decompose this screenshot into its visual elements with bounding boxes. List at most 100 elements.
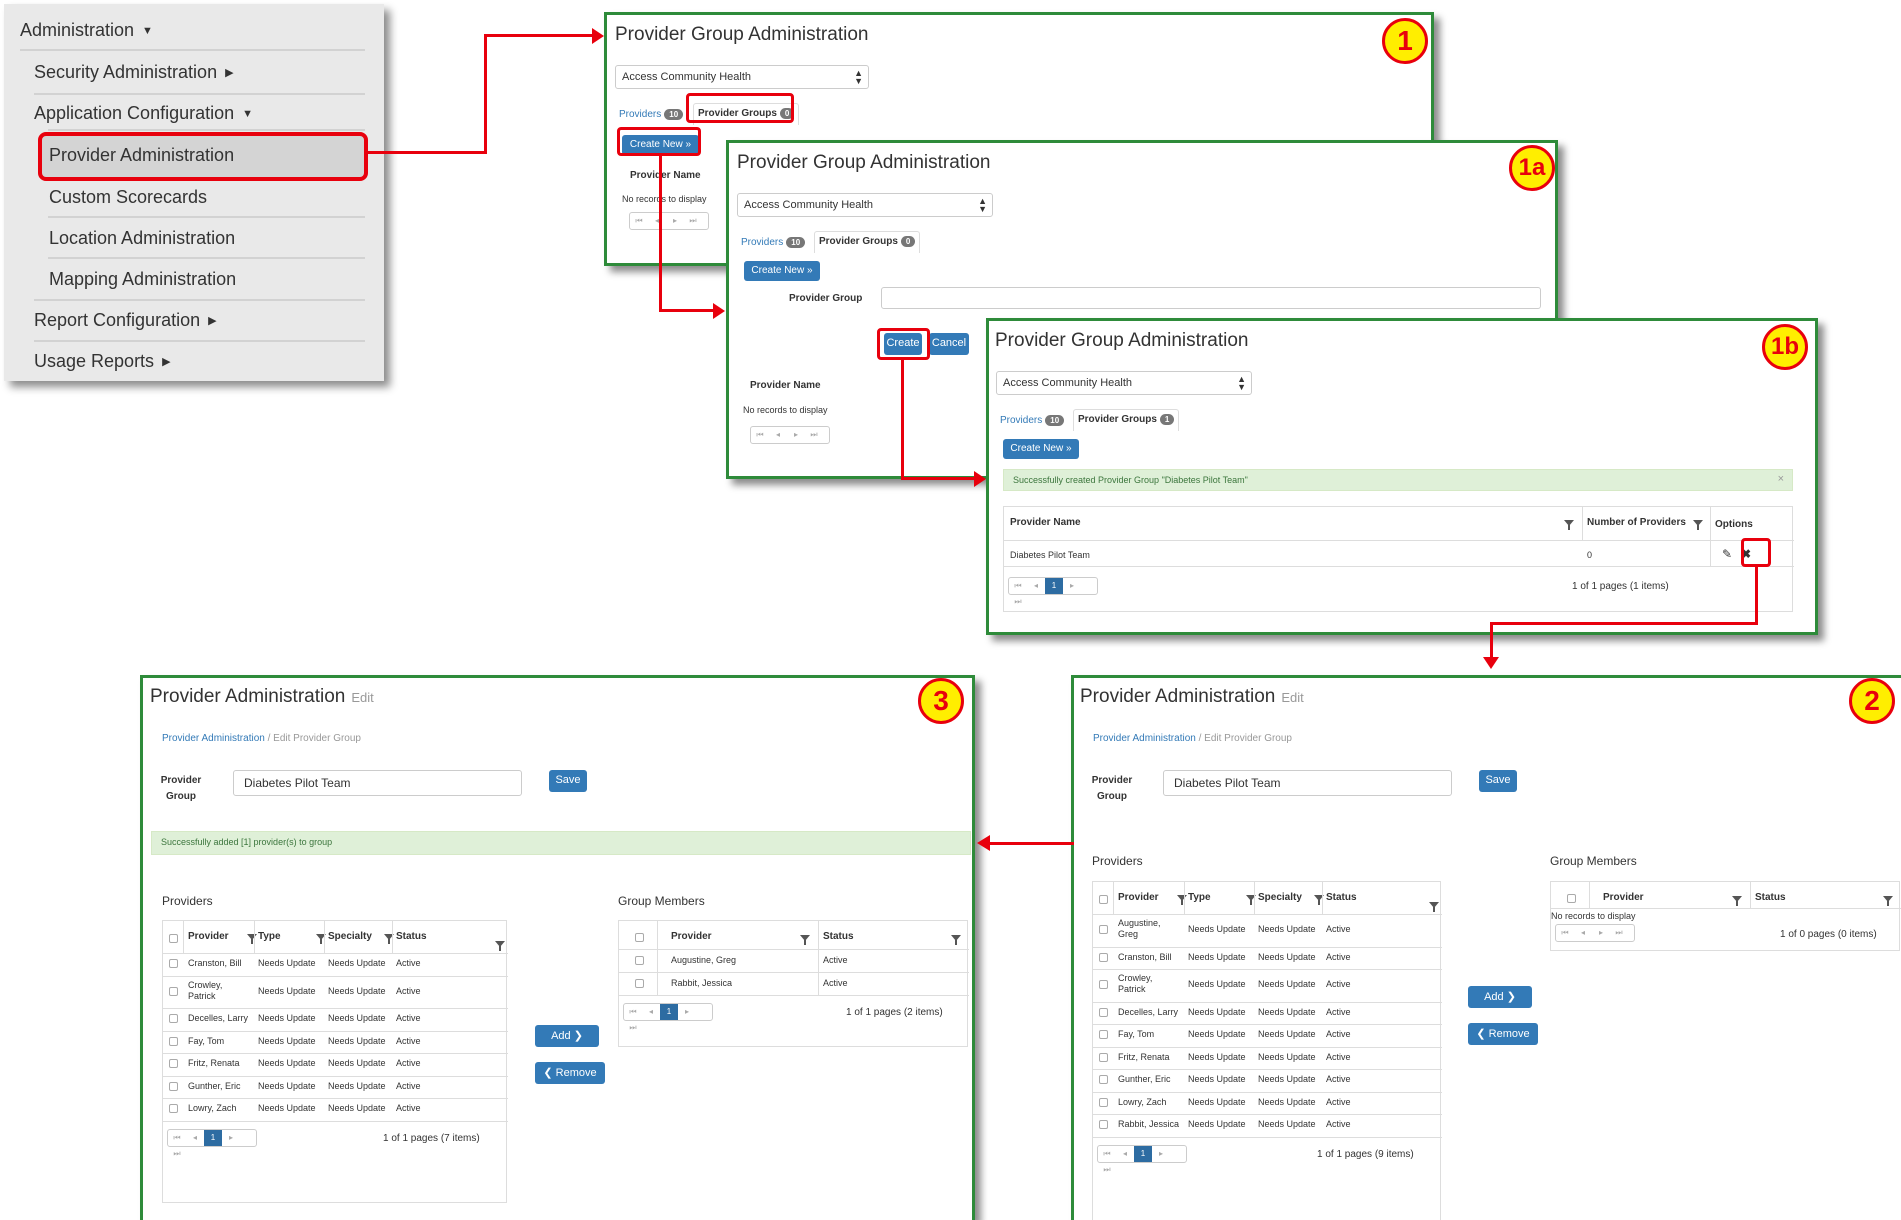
- filter-icon[interactable]: [495, 941, 505, 951]
- column-options: Options: [1715, 519, 1753, 530]
- divider: [163, 1030, 508, 1032]
- pager[interactable]: ⏮ ◂ ▸ ⏭: [750, 426, 830, 444]
- divider: [163, 953, 508, 954]
- provider-group-label: Provider Group: [789, 293, 863, 304]
- provider-name: Decelles, Larry: [188, 1013, 249, 1024]
- pager[interactable]: ⏮ ◂ 1 ▸⏭: [623, 1003, 713, 1032]
- callout-provider-groups-tab: [686, 93, 794, 123]
- cancel-button[interactable]: Cancel: [929, 333, 969, 355]
- row-checkbox[interactable]: [635, 956, 644, 965]
- menu-application-configuration[interactable]: Application Configuration ▼: [34, 103, 253, 124]
- filter-icon[interactable]: [247, 934, 257, 944]
- menu-usage-reports[interactable]: Usage Reports ▶: [34, 351, 171, 372]
- connector-line: [659, 309, 715, 312]
- select-all-checkbox[interactable]: [1567, 894, 1576, 903]
- member-status: Active: [823, 978, 848, 988]
- menu-mapping-administration[interactable]: Mapping Administration: [49, 269, 236, 290]
- select-all-checkbox[interactable]: [169, 934, 178, 943]
- divider: [324, 921, 325, 953]
- filter-icon[interactable]: [800, 935, 810, 945]
- add-button[interactable]: Add ❯: [1468, 986, 1532, 1008]
- row-checkbox[interactable]: [169, 1036, 178, 1046]
- filter-icon[interactable]: [1429, 902, 1439, 912]
- tab-providers[interactable]: Providers 10: [737, 233, 809, 255]
- row-checkbox[interactable]: [169, 1104, 178, 1114]
- row-checkbox[interactable]: [169, 1014, 178, 1024]
- provider-type: Needs Update: [1188, 924, 1246, 935]
- provider-specialty: Needs Update: [1258, 924, 1316, 935]
- menu-custom-scorecards[interactable]: Custom Scorecards: [49, 187, 207, 208]
- menu-security-administration[interactable]: Security Administration ▶: [34, 62, 234, 83]
- pager[interactable]: ⏮ ◂ 1 ▸⏭: [1008, 577, 1098, 606]
- select-all-checkbox[interactable]: [1099, 895, 1108, 904]
- filter-icon[interactable]: [1883, 896, 1893, 906]
- row-checkbox[interactable]: [1099, 1052, 1108, 1062]
- organization-select[interactable]: Access Community Health ▲ ▼: [615, 65, 869, 89]
- select-all-checkbox[interactable]: [635, 933, 644, 942]
- remove-button[interactable]: ❮ Remove: [1468, 1023, 1538, 1045]
- pager[interactable]: ⏮ ◂ ▸ ⏭: [629, 212, 709, 230]
- edit-pencil-icon[interactable]: ✎: [1722, 547, 1732, 561]
- row-checkbox[interactable]: [1099, 1120, 1108, 1130]
- row-checkbox[interactable]: [1099, 952, 1108, 962]
- column-number-of-providers: Number of Providers: [1587, 517, 1686, 528]
- callout-edit-icon: [1741, 538, 1771, 567]
- organization-select[interactable]: Access Community Health ▲ ▼: [996, 371, 1252, 395]
- divider: [1113, 882, 1114, 914]
- arrow-head-icon: [1483, 657, 1499, 669]
- close-icon[interactable]: ×: [1778, 473, 1784, 485]
- provider-group-input[interactable]: Diabetes Pilot Team: [1163, 770, 1452, 796]
- filter-icon[interactable]: [1177, 895, 1187, 905]
- remove-button[interactable]: ❮ Remove: [535, 1062, 605, 1084]
- create-new-button[interactable]: Create New »: [1003, 439, 1079, 459]
- row-checkbox[interactable]: [635, 979, 644, 988]
- tab-providers[interactable]: Providers 10: [996, 411, 1068, 433]
- filter-icon[interactable]: [1564, 520, 1574, 530]
- provider-name: Gunther, Eric: [1118, 1074, 1171, 1085]
- column-provider-name: Provider Name: [750, 380, 821, 391]
- row-checkbox[interactable]: [1099, 1007, 1108, 1017]
- provider-status: Active: [396, 1103, 421, 1114]
- row-checkbox[interactable]: [169, 986, 178, 996]
- divider: [1589, 882, 1590, 908]
- row-checkbox[interactable]: [1099, 1097, 1108, 1107]
- pager[interactable]: ⏮ ◂ 1 ▸⏭: [1097, 1144, 1187, 1174]
- column-status: Status: [396, 931, 427, 942]
- tab-provider-groups[interactable]: Provider Groups 0: [814, 231, 921, 253]
- filter-icon[interactable]: [951, 935, 961, 945]
- row-checkbox[interactable]: [169, 1081, 178, 1091]
- provider-type: Needs Update: [1188, 1119, 1246, 1130]
- save-button[interactable]: Save: [1479, 770, 1517, 792]
- add-button[interactable]: Add ❯: [535, 1025, 599, 1047]
- tab-providers[interactable]: Providers 10: [615, 105, 687, 127]
- filter-icon[interactable]: [1732, 896, 1742, 906]
- menu-location-administration[interactable]: Location Administration: [49, 228, 235, 249]
- providers-section-title: Providers: [1092, 854, 1143, 868]
- provider-status: Active: [396, 1013, 421, 1024]
- provider-name: Lowry, Zach: [188, 1103, 237, 1114]
- menu-provider-administration[interactable]: Provider Administration: [49, 145, 234, 166]
- row-checkbox[interactable]: [1099, 925, 1108, 935]
- menu-administration[interactable]: Administration ▼: [20, 20, 153, 41]
- divider: [1093, 1001, 1442, 1003]
- provider-type: Needs Update: [258, 1058, 316, 1069]
- pager[interactable]: ⏮ ◂ ▸ ⏭: [1555, 924, 1635, 942]
- row-checkbox[interactable]: [1099, 1075, 1108, 1085]
- tab-provider-groups[interactable]: Provider Groups 1: [1073, 409, 1180, 431]
- filter-icon[interactable]: [1693, 520, 1703, 530]
- breadcrumb-link[interactable]: Provider Administration: [162, 733, 265, 744]
- provider-specialty: Needs Update: [328, 1058, 386, 1069]
- save-button[interactable]: Save: [549, 770, 587, 792]
- row-checkbox[interactable]: [169, 1059, 178, 1069]
- provider-group-input[interactable]: [881, 287, 1541, 309]
- breadcrumb-link[interactable]: Provider Administration: [1093, 733, 1196, 744]
- row-checkbox[interactable]: [1099, 1030, 1108, 1040]
- row-checkbox[interactable]: [169, 959, 178, 969]
- provider-group-input[interactable]: Diabetes Pilot Team: [233, 770, 522, 796]
- pager[interactable]: ⏮ ◂ 1 ▸⏭: [167, 1128, 257, 1158]
- create-new-button[interactable]: Create New »: [744, 261, 820, 281]
- arrow-head-icon: [713, 303, 725, 319]
- row-checkbox[interactable]: [1099, 980, 1108, 990]
- organization-select[interactable]: Access Community Health ▲ ▼: [737, 193, 993, 217]
- menu-report-configuration[interactable]: Report Configuration ▶: [34, 310, 217, 331]
